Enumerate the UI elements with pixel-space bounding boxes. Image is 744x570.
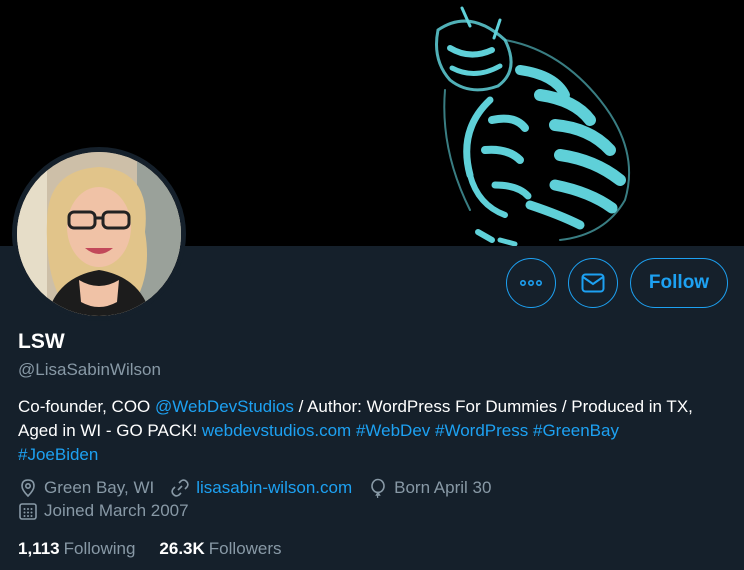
- profile-stats: 1,113 Following 26.3K Followers: [18, 539, 306, 559]
- more-options-button[interactable]: [506, 258, 556, 308]
- profile-avatar[interactable]: [12, 147, 186, 321]
- bio-mention-link[interactable]: @WebDevStudios: [155, 397, 294, 416]
- followers-link[interactable]: 26.3K Followers: [159, 539, 281, 559]
- hashtag-link[interactable]: #WebDev: [356, 421, 430, 440]
- hashtag-link[interactable]: #JoeBiden: [18, 445, 98, 464]
- calendar-icon: [19, 503, 37, 520]
- profile-handle: @LisaSabinWilson: [18, 360, 161, 379]
- profile-meta: Green Bay, WI lisasabin-wilson.com Born …: [18, 478, 507, 498]
- birthday-text: Born April 30: [394, 478, 492, 497]
- joined-item: Joined March 2007: [18, 501, 189, 521]
- follow-button[interactable]: Follow: [630, 258, 728, 308]
- location-pin-icon: [21, 479, 35, 498]
- joined-text: Joined March 2007: [44, 501, 189, 520]
- following-count: 1,113: [18, 539, 60, 558]
- followers-count: 26.3K: [159, 539, 205, 558]
- link-icon: [171, 479, 189, 497]
- following-link[interactable]: 1,113 Following: [18, 539, 135, 559]
- location-item: Green Bay, WI: [18, 478, 154, 498]
- profile-bio: Co-founder, COO @WebDevStudios / Author:…: [18, 395, 730, 467]
- profile-meta-joined: Joined March 2007: [18, 501, 205, 521]
- bio-url-link[interactable]: webdevstudios.com: [202, 421, 351, 440]
- message-button[interactable]: [568, 258, 618, 308]
- avatar-photo: [17, 152, 181, 316]
- envelope-icon: [581, 273, 605, 293]
- balloon-icon: [371, 478, 385, 498]
- bio-text: Co-founder, COO: [18, 397, 156, 416]
- hashtag-link[interactable]: #WordPress: [435, 421, 528, 440]
- following-label: Following: [63, 539, 136, 558]
- profile-actions: Follow: [506, 258, 728, 308]
- ellipsis-icon: [520, 280, 542, 286]
- followers-label: Followers: [208, 539, 282, 558]
- birthday-item: Born April 30: [368, 478, 491, 498]
- hashtag-link[interactable]: #GreenBay: [533, 421, 619, 440]
- location-text: Green Bay, WI: [44, 478, 155, 497]
- website-link[interactable]: lisasabin-wilson.com: [196, 478, 352, 498]
- website-item: lisasabin-wilson.com: [170, 478, 352, 498]
- profile-name: LSW: [18, 330, 65, 353]
